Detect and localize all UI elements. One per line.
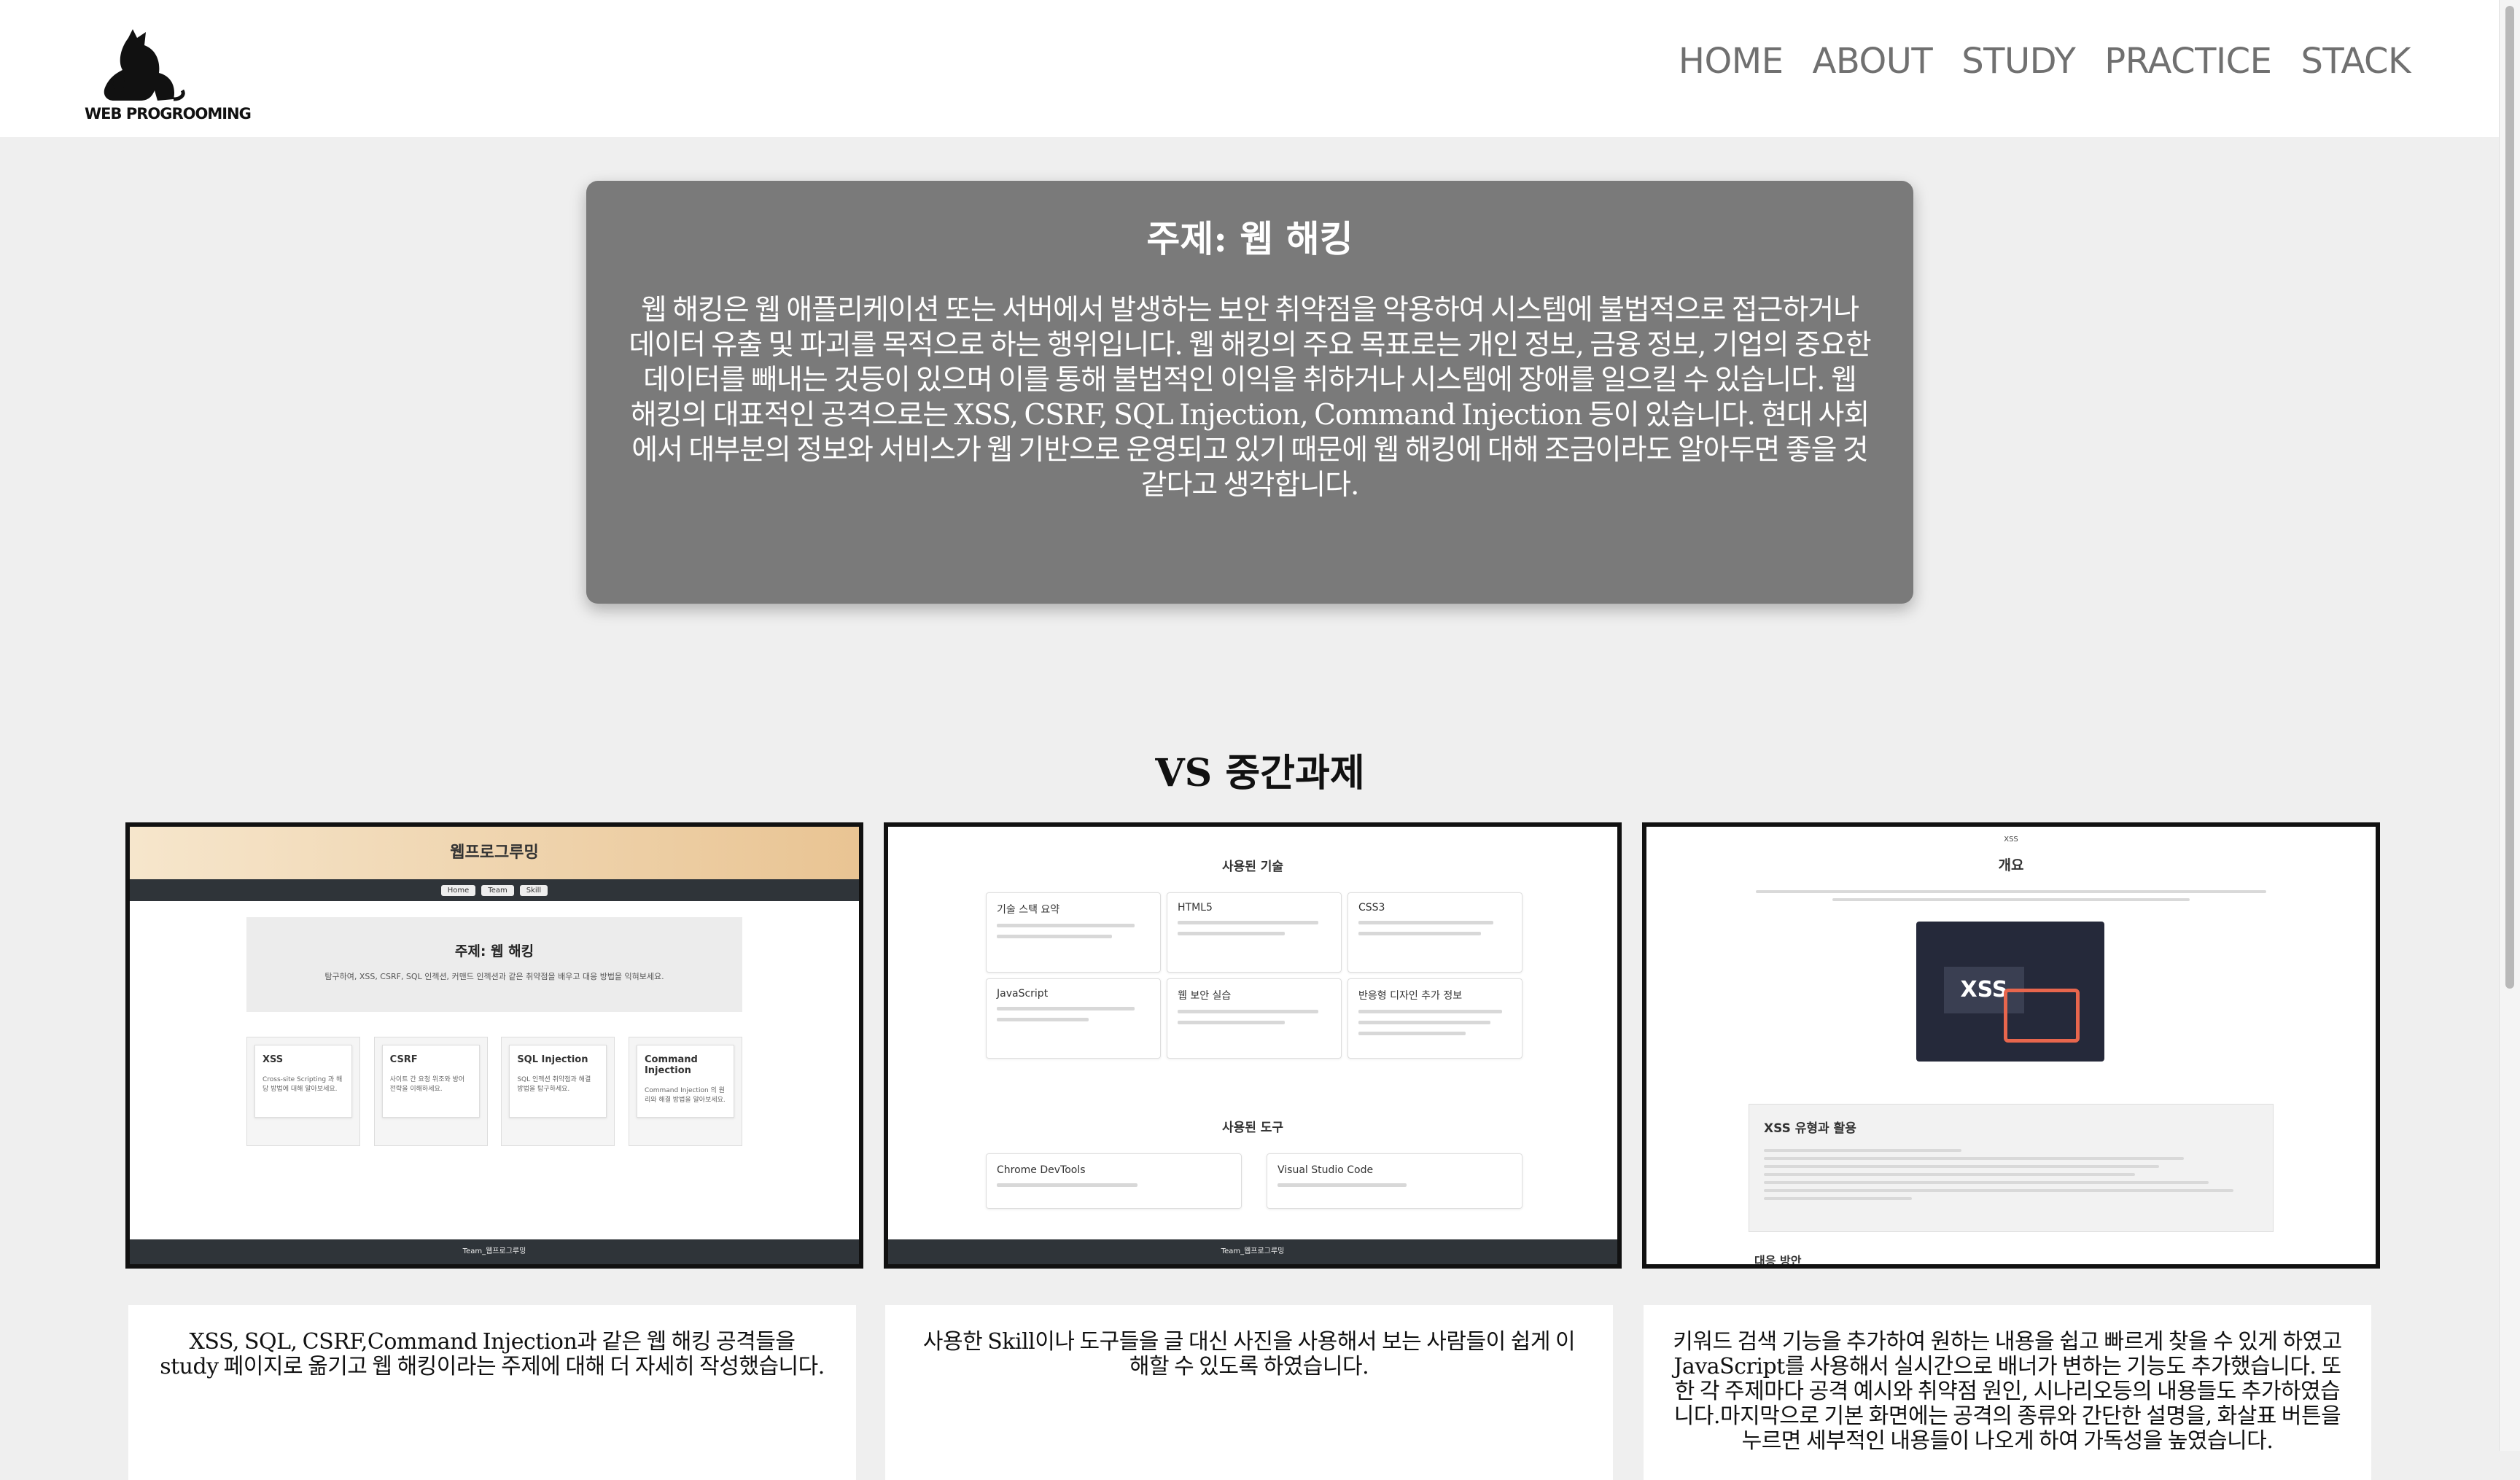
shot3-xss-illustration: XSS xyxy=(1916,922,2104,1062)
shot1-card: XSS Cross-site Scripting 과 해당 방법에 대해 알아보… xyxy=(246,1037,360,1146)
shot3-title: 개요 xyxy=(1998,857,2024,873)
shot3-bottom-hint: 대응 방안 xyxy=(1754,1254,1802,1268)
shot2-tech-box: HTML5 xyxy=(1167,892,1342,973)
shot1-header-title: 웹프로그루밍 xyxy=(130,827,859,879)
shot2-tech-box: 기술 스택 요약 xyxy=(986,892,1161,973)
intro-body: 웹 해킹은 웹 애플리케이션 또는 서버에서 발생하는 보안 취약점을 악용하여… xyxy=(629,294,1871,502)
description-card-study: XSS, SQL, CSRF,Command Injection과 같은 웹 해… xyxy=(128,1305,856,1480)
shot2-tool-name: Chrome DevTools xyxy=(997,1164,1086,1176)
shot2-tool-name: Visual Studio Code xyxy=(1278,1164,1374,1176)
shot2-tools: Chrome DevTools Visual Studio Code xyxy=(986,1153,1522,1209)
shot1-card-text: Cross-site Scripting 과 해당 방법에 대해 알아보세요. xyxy=(262,1076,343,1093)
shot1-topic-box: 주제: 웹 해킹 탐구하여, XSS, CSRF, SQL 인젝션, 커맨드 인… xyxy=(246,917,742,1012)
page-scrollbar[interactable] xyxy=(2499,0,2520,1451)
shot2-tech-title-item: 기술 스택 요약 xyxy=(997,904,1060,916)
shot2-tech-title: 사용된 기술 xyxy=(1221,860,1284,874)
screenshot-study-page: 웹프로그루밍 Home Team Skill 주제: 웹 해킹 탐구하여, XS… xyxy=(125,822,863,1269)
nav-stack[interactable]: STACK xyxy=(2301,41,2411,82)
shot2-tools-title: 사용된 도구 xyxy=(1221,1121,1284,1135)
nav-about[interactable]: ABOUT xyxy=(1813,41,1933,82)
description-card-xss: 키워드 검색 기능을 추가하여 원하는 내용을 쉽고 빠르게 찾을 수 있게 하… xyxy=(1644,1305,2371,1480)
laptop-icon xyxy=(2004,989,2080,1043)
shot1-card-text: Command Injection 의 원리와 해결 방법을 알아보세요. xyxy=(644,1087,726,1104)
shot1-cards: XSS Cross-site Scripting 과 해당 방법에 대해 알아보… xyxy=(246,1037,742,1146)
shot1-card: Command Injection Command Injection 의 원리… xyxy=(628,1037,742,1146)
shot3-small-title: XSS xyxy=(2004,836,2018,844)
shot1-card-text: 사이트 간 요청 위조와 방어 전략을 이해하세요. xyxy=(389,1076,465,1093)
shot2-tech-box: CSS3 xyxy=(1348,892,1522,973)
shot2-tech-grid: 기술 스택 요약 HTML5 CSS3 JavaScript 웹 보안 실습 반… xyxy=(986,892,1522,1059)
logo-caption: WEB PROGROOMING xyxy=(85,105,252,122)
shot1-card-title: Command Injection xyxy=(644,1054,698,1076)
section-title: VS 중간과제 xyxy=(1155,751,1365,795)
shot2-tech-box: JavaScript xyxy=(986,978,1161,1059)
shot1-card: SQL Injection SQL 인젝션 취약점과 해결 방법을 탐구하세요. xyxy=(501,1037,615,1146)
shot1-nav-skill: Skill xyxy=(519,884,548,896)
shot1-card-text: SQL 인젝션 취약점과 해결 방법을 탐구하세요. xyxy=(517,1076,591,1093)
site-logo[interactable]: WEB PROGROOMING xyxy=(85,29,252,122)
shot1-nav: Home Team Skill xyxy=(130,879,859,901)
shot1-nav-home: Home xyxy=(440,884,476,896)
shot3-intro-lines xyxy=(1756,885,2266,901)
shot2-tool: Chrome DevTools xyxy=(986,1153,1242,1209)
shot3-panel: XSS 유형과 활용 xyxy=(1749,1104,2274,1232)
shot2-footer: Team_웹프로그루밍 xyxy=(888,1239,1617,1264)
shot1-card-title: XSS xyxy=(262,1054,284,1065)
shot1-topic-sub: 탐구하여, XSS, CSRF, SQL 인젝션, 커맨드 인젝션과 같은 취약… xyxy=(324,972,664,981)
intro-title: 주제: 웹 해킹 xyxy=(1146,217,1353,260)
shot2-tech-title-item: JavaScript xyxy=(997,988,1049,1000)
cat-logo-icon xyxy=(104,29,185,101)
shot1-card-title: CSRF xyxy=(389,1054,418,1065)
shot2-tech-title-item: 웹 보안 실습 xyxy=(1178,990,1232,1002)
shot1-topic-title: 주제: 웹 해킹 xyxy=(454,943,534,959)
screenshot-xss-page: XSS 개요 XSS XSS 유형과 활용 대응 방안 xyxy=(1642,822,2380,1269)
shot2-tech-title-item: 반응형 디자인 추가 정보 xyxy=(1358,990,1463,1002)
shot1-nav-team: Team xyxy=(481,884,514,896)
shot1-footer: Team_웹프로그루밍 xyxy=(130,1239,859,1264)
shot2-tech-title-item: CSS3 xyxy=(1358,902,1385,914)
intro-card: 주제: 웹 해킹 웹 해킹은 웹 애플리케이션 또는 서버에서 발생하는 보안 … xyxy=(586,181,1913,604)
main-nav: HOME ABOUT STUDY PRACTICE STACK xyxy=(1679,41,2411,82)
nav-home[interactable]: HOME xyxy=(1679,41,1784,82)
description-card-stack: 사용한 Skill이나 도구들을 글 대신 사진을 사용해서 보는 사람들이 쉽… xyxy=(885,1305,1613,1480)
scrollbar-thumb[interactable] xyxy=(2505,6,2514,989)
shot1-card-title: SQL Injection xyxy=(517,1054,588,1065)
nav-practice[interactable]: PRACTICE xyxy=(2104,41,2272,82)
screenshot-stack-page: 사용된 기술 기술 스택 요약 HTML5 CSS3 JavaScript 웹 … xyxy=(884,822,1622,1269)
shot2-tech-box: 반응형 디자인 추가 정보 xyxy=(1348,978,1522,1059)
shot2-tech-box: 웹 보안 실습 xyxy=(1167,978,1342,1059)
shot2-tech-title-item: HTML5 xyxy=(1178,902,1213,914)
shot1-card: CSRF 사이트 간 요청 위조와 방어 전략을 이해하세요. xyxy=(373,1037,488,1146)
site-header: WEB PROGROOMING HOME ABOUT STUDY PRACTIC… xyxy=(0,0,2520,137)
shot3-panel-title: XSS 유형과 활용 xyxy=(1764,1121,1856,1136)
nav-study[interactable]: STUDY xyxy=(1961,41,2076,82)
shot2-tool: Visual Studio Code xyxy=(1267,1153,1522,1209)
